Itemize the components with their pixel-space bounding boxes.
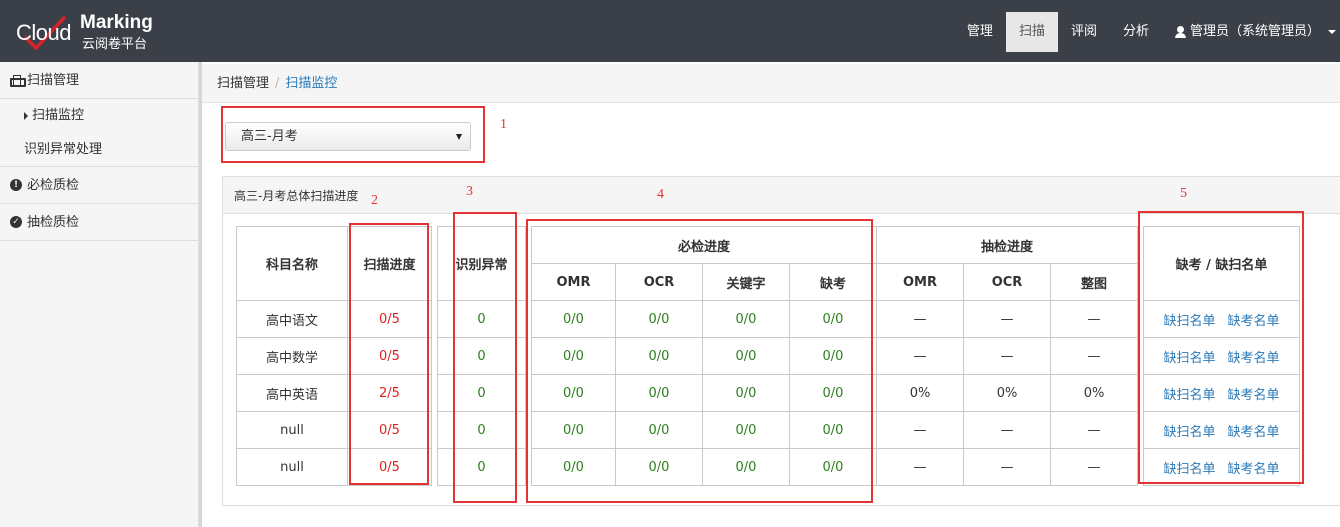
cell-smp-whole: — xyxy=(1050,300,1138,338)
chevron-down-icon xyxy=(1328,30,1336,34)
sidebar-divider[interactable] xyxy=(199,62,202,527)
sidebar-item-scan-management[interactable]: 扫描管理 xyxy=(0,62,198,99)
user-icon xyxy=(1174,26,1186,38)
sidebar-item-label: 扫描管理 xyxy=(27,72,80,88)
sidebar-item-label: 扫描监控 xyxy=(32,108,85,123)
top-navbar: Cloud Marking 云阅卷平台 管理 扫描 评阅 分析 管理员（系统管理… xyxy=(0,0,1340,62)
col-header-smp-whole: 整图 xyxy=(1050,263,1138,301)
cell-smp-omr: — xyxy=(876,337,964,375)
cell-smp-ocr: — xyxy=(963,411,1051,449)
sidebar-item-label: 识别异常处理 xyxy=(24,141,103,157)
cell-smp-ocr: — xyxy=(963,448,1051,486)
cell-subject: null xyxy=(236,448,348,486)
annotation-box-2 xyxy=(349,223,429,485)
nav-review[interactable]: 评阅 xyxy=(1058,12,1110,52)
logo-marking-text: Marking xyxy=(80,12,153,33)
cell-smp-whole: 0% xyxy=(1050,374,1138,412)
logo-cloud-text: Cloud xyxy=(16,20,71,45)
cell-smp-whole: — xyxy=(1050,337,1138,375)
col-header-subject: 科目名称 xyxy=(236,226,348,301)
cell-smp-ocr: — xyxy=(963,337,1051,375)
cell-smp-omr: — xyxy=(876,448,964,486)
annotation-number-3: 3 xyxy=(466,184,473,199)
sidebar-item-exception-handling[interactable]: 识别异常处理 xyxy=(0,133,198,167)
col-header-sample-progress: 抽检进度 xyxy=(876,226,1138,264)
nav-analysis[interactable]: 分析 xyxy=(1110,12,1162,52)
cell-subject: 高中英语 xyxy=(236,374,348,412)
cell-subject: 高中数学 xyxy=(236,337,348,375)
annotation-number-2: 2 xyxy=(371,193,378,208)
annotation-box-3 xyxy=(453,212,517,503)
printer-icon xyxy=(10,75,26,87)
cell-smp-whole: — xyxy=(1050,448,1138,486)
cell-smp-omr: — xyxy=(876,411,964,449)
sidebar-item-scan-monitor[interactable]: 扫描监控 xyxy=(0,99,198,133)
cell-smp-omr: 0% xyxy=(876,374,964,412)
sidebar-item-label: 必检质检 xyxy=(27,177,80,193)
annotation-box-4 xyxy=(526,219,873,503)
sidebar: 扫描管理 扫描监控 识别异常处理 ! 必检质检 ✓ 抽检质检 xyxy=(0,62,199,527)
nav-scan[interactable]: 扫描 xyxy=(1005,12,1058,52)
user-menu[interactable]: 管理员（系统管理员） xyxy=(1162,12,1340,52)
breadcrumb-separator: / xyxy=(275,76,280,91)
check-circle-icon: ✓ xyxy=(10,216,22,228)
annotation-box-1 xyxy=(221,106,485,163)
annotation-box-5 xyxy=(1138,211,1304,484)
col-header-smp-omr: OMR xyxy=(876,263,964,301)
cell-smp-whole: — xyxy=(1050,411,1138,449)
sidebar-item-label: 抽检质检 xyxy=(27,214,80,230)
cell-smp-ocr: — xyxy=(963,300,1051,338)
annotation-number-5: 5 xyxy=(1180,186,1187,201)
col-header-smp-ocr: OCR xyxy=(963,263,1051,301)
panel-title: 高三-月考总体扫描进度 xyxy=(223,177,1340,214)
caret-right-icon xyxy=(24,112,28,120)
cell-smp-ocr: 0% xyxy=(963,374,1051,412)
breadcrumb-current: 扫描监控 xyxy=(285,76,338,91)
breadcrumb-root[interactable]: 扫描管理 xyxy=(217,76,269,91)
logo-subtitle: 云阅卷平台 xyxy=(82,37,148,52)
cell-subject: 高中语文 xyxy=(236,300,348,338)
sidebar-item-sample-check[interactable]: ✓ 抽检质检 xyxy=(0,204,198,241)
annotation-number-4: 4 xyxy=(657,187,664,202)
nav-manage[interactable]: 管理 xyxy=(954,12,1006,52)
exclamation-circle-icon: ! xyxy=(10,179,22,191)
cloudmarking-logo[interactable]: Cloud Marking 云阅卷平台 xyxy=(16,12,176,52)
cell-subject: null xyxy=(236,411,348,449)
main-nav: 管理 扫描 评阅 分析 管理员（系统管理员） xyxy=(954,12,1340,52)
cell-smp-omr: — xyxy=(876,300,964,338)
sidebar-item-required-check[interactable]: ! 必检质检 xyxy=(0,167,198,204)
annotation-number-1: 1 xyxy=(500,117,507,132)
breadcrumb: 扫描管理 / 扫描监控 xyxy=(202,64,1340,103)
user-label: 管理员（系统管理员） xyxy=(1189,24,1320,39)
